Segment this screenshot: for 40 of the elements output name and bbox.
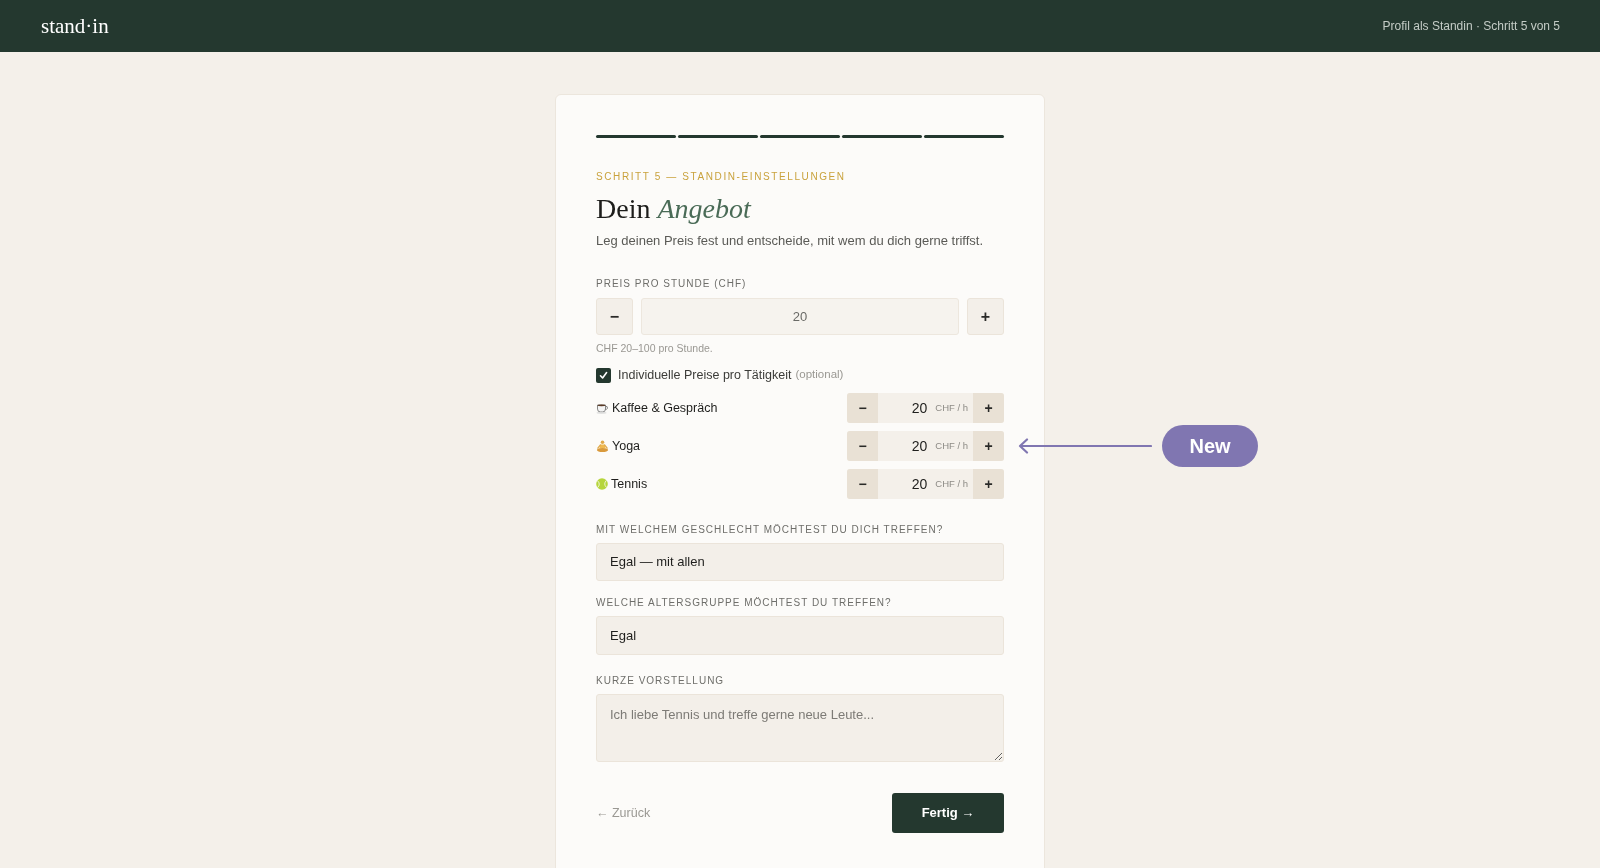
finish-button[interactable]: Fertig →	[892, 793, 1004, 833]
activity-name: Yoga	[612, 437, 641, 455]
decrease-button[interactable]: −	[847, 431, 878, 461]
meditating-person-icon	[596, 439, 609, 453]
activity-name: Kaffee & Gespräch	[612, 399, 718, 417]
coffee-cup-icon	[596, 402, 609, 414]
check-icon	[599, 370, 608, 380]
checkbox[interactable]	[596, 367, 611, 383]
decrease-button[interactable]: −	[847, 393, 878, 423]
activity-price-input[interactable]: 20	[887, 397, 928, 419]
gender-select[interactable]: Egal — mit allen	[596, 543, 1004, 581]
age-label: WELCHE ALTERSGRUPPE MÖCHTEST DU TREFFEN?	[596, 596, 893, 610]
subtitle: Leg deinen Preis fest und entscheide, mit wem du dich gerne triffst.	[596, 232, 985, 250]
unit-label: CHF / h	[935, 400, 968, 415]
page-title: Dein Angebot	[596, 192, 753, 226]
new-badge: New	[1162, 425, 1258, 467]
decrease-button[interactable]: −	[847, 469, 878, 499]
checkbox-label[interactable]: Individuelle Preise pro Tätigkeit	[618, 365, 792, 385]
price-hint: CHF 20–100 pro Stunde.	[596, 341, 714, 355]
logo[interactable]: stand·in	[41, 15, 109, 37]
increase-button[interactable]: +	[973, 469, 1004, 499]
increase-button[interactable]: +	[973, 431, 1004, 461]
optional-note: (optional)	[795, 367, 844, 383]
decrease-button[interactable]: −	[596, 298, 633, 335]
step-eyebrow: SCHRITT 5 — STANDIN-EINSTELLUNGEN	[596, 170, 847, 184]
tennis-ball-icon	[596, 478, 608, 490]
activity-price-input[interactable]: 20	[887, 473, 928, 495]
activity-price-input[interactable]: 20	[887, 435, 928, 457]
gender-label: MIT WELCHEM GESCHLECHT MÖCHTEST DU DICH TREFFEN?	[596, 523, 945, 537]
unit-label: CHF / h	[935, 476, 968, 491]
unit-label: CHF / h	[935, 438, 968, 453]
increase-button[interactable]: +	[967, 298, 1004, 335]
activity-name: Tennis	[611, 475, 648, 493]
intro-label: KURZE VORSTELLUNG	[596, 674, 726, 688]
increase-button[interactable]: +	[973, 393, 1004, 423]
price-label: PREIS PRO STUNDE (CHF)	[596, 277, 748, 291]
price-input[interactable]: 20	[641, 298, 959, 335]
age-select[interactable]: Egal	[596, 616, 1004, 655]
progress-text: Profil als Standin · Schritt 5 von 5	[1382, 18, 1560, 35]
intro-textarea[interactable]: Ich liebe Tennis und treffe gerne neue Leute...	[596, 694, 1004, 762]
